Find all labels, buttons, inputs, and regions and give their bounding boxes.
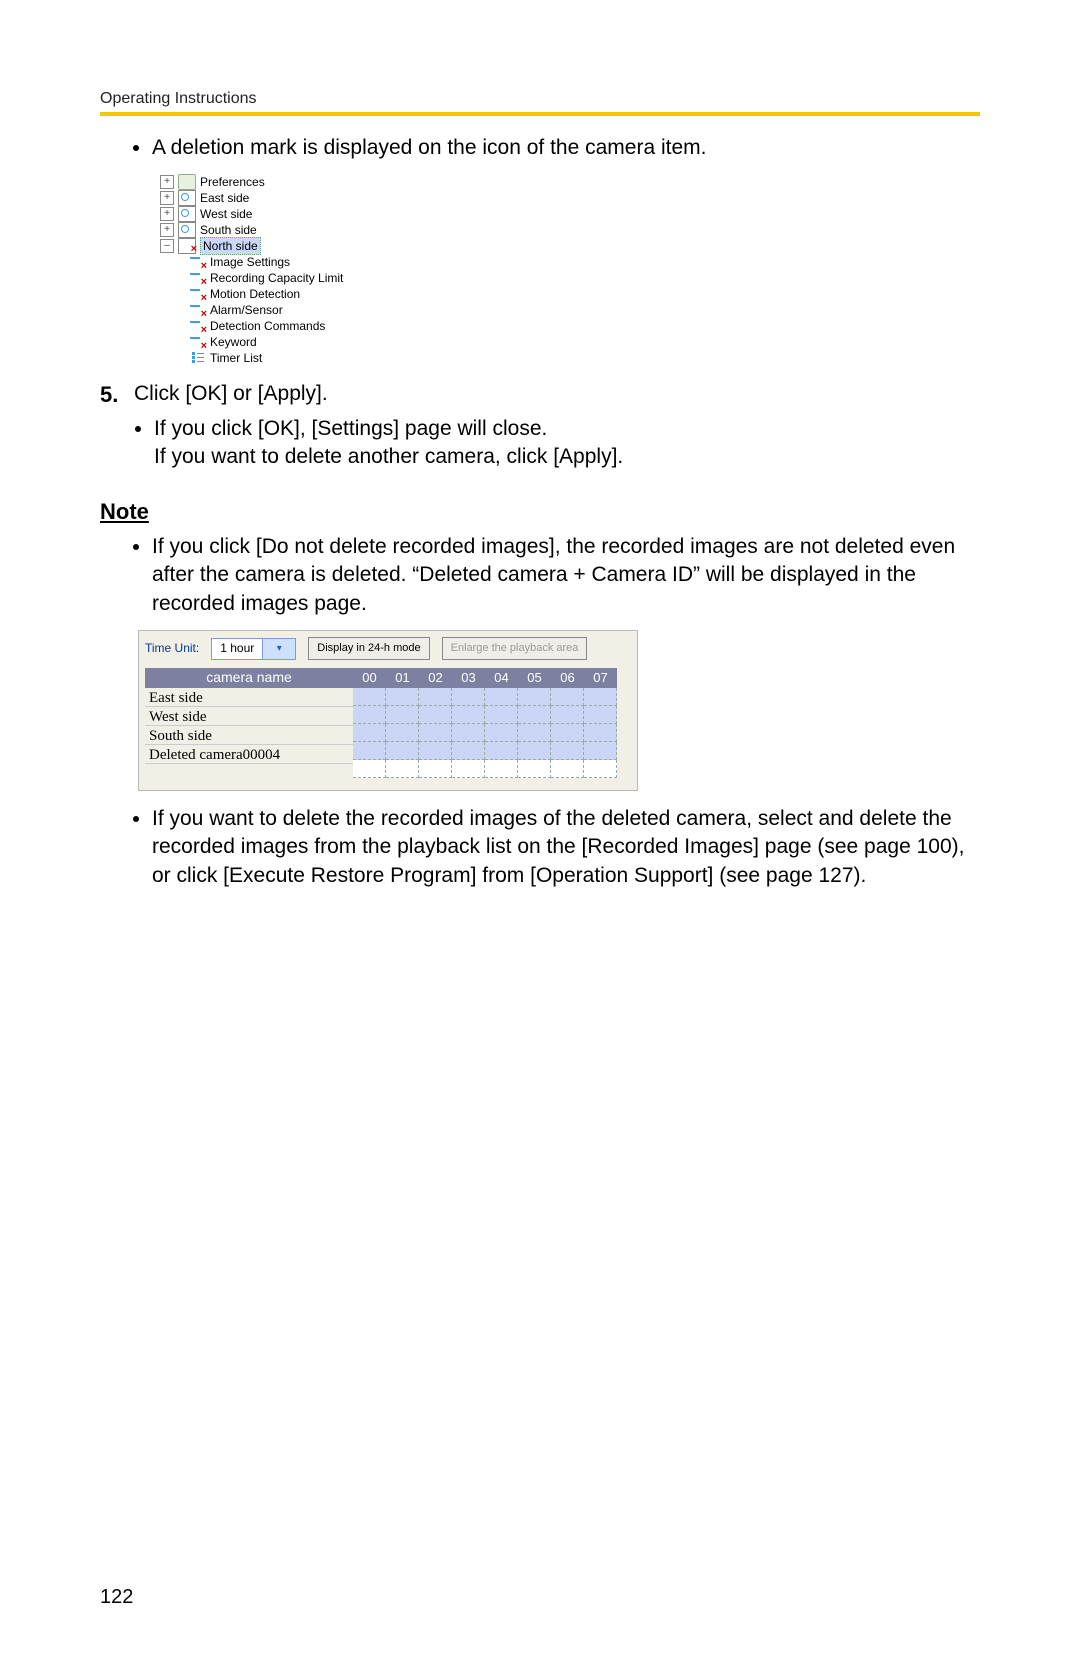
page-header: Operating Instructions (100, 90, 980, 108)
step5-sub-line2: If you want to delete another camera, cl… (154, 445, 623, 468)
note-heading: Note (100, 497, 980, 527)
camera-row-name: East side (145, 688, 353, 707)
expand-icon: + (160, 191, 174, 205)
timeline-header: 00 01 02 03 04 05 06 07 (353, 668, 617, 688)
tree-timer: Timer List (210, 350, 262, 366)
tree-alarm: Alarm/Sensor (210, 302, 283, 318)
step5-sub-line1: If you click [OK], [Settings] page will … (154, 417, 547, 440)
timeline-row (353, 742, 617, 760)
hour-label: 01 (386, 668, 419, 688)
hour-label: 05 (518, 668, 551, 688)
preferences-icon (178, 174, 196, 190)
tree-preferences: Preferences (200, 174, 265, 190)
timeline-row-empty (353, 760, 617, 778)
playback-figure: Time Unit: 1 hour ▾ Display in 24-h mode… (138, 630, 638, 791)
setting-deleted-icon (190, 303, 206, 317)
tree-image-settings: Image Settings (210, 254, 290, 270)
settings-tree-figure: + Preferences + East side + West side + Sout… (160, 174, 980, 366)
time-unit-value: 1 hour (212, 640, 262, 656)
setting-deleted-icon (190, 255, 206, 269)
timeline-row (353, 688, 617, 706)
expand-icon: + (160, 207, 174, 221)
tree-detect-cmd: Detection Commands (210, 318, 325, 334)
camera-row-name: West side (145, 707, 353, 726)
chevron-down-icon: ▾ (262, 639, 295, 659)
expand-icon: + (160, 175, 174, 189)
enlarge-playback-button[interactable]: Enlarge the playback area (442, 637, 588, 660)
collapse-icon: – (160, 239, 174, 253)
timeline-row (353, 706, 617, 724)
tree-rec-cap: Recording Capacity Limit (210, 270, 343, 286)
step-number-5: 5. (100, 380, 134, 410)
time-unit-select[interactable]: 1 hour ▾ (211, 638, 296, 660)
hour-label: 00 (353, 668, 386, 688)
tree-south: South side (200, 222, 257, 238)
tree-north-selected: North side (200, 237, 261, 255)
hour-label: 04 (485, 668, 518, 688)
step5-sub: If you click [OK], [Settings] page will … (154, 415, 623, 472)
hour-label: 02 (419, 668, 452, 688)
setting-deleted-icon (190, 287, 206, 301)
hour-label: 03 (452, 668, 485, 688)
header-rule (100, 112, 980, 116)
setting-deleted-icon (190, 335, 206, 349)
camera-icon (178, 190, 196, 206)
display-24h-button[interactable]: Display in 24-h mode (308, 637, 429, 660)
tree-keyword: Keyword (210, 334, 257, 350)
camera-icon (178, 222, 196, 238)
camera-name-header: camera name (145, 668, 353, 688)
camera-row-empty (145, 764, 353, 782)
camera-icon (178, 206, 196, 222)
bullet-deletion-mark: A deletion mark is displayed on the icon… (152, 134, 980, 162)
step5-text: Click [OK] or [Apply]. (134, 380, 623, 408)
tree-east: East side (200, 190, 249, 206)
hour-label: 07 (584, 668, 617, 688)
tree-motion: Motion Detection (210, 286, 300, 302)
expand-icon: + (160, 223, 174, 237)
list-icon (190, 351, 206, 365)
camera-row-name: South side (145, 726, 353, 745)
hour-label: 06 (551, 668, 584, 688)
time-unit-label: Time Unit: (145, 640, 199, 656)
camera-deleted-icon (178, 238, 196, 254)
setting-deleted-icon (190, 319, 206, 333)
timeline-row (353, 724, 617, 742)
note-bullet-2: If you want to delete the recorded image… (152, 805, 980, 890)
setting-deleted-icon (190, 271, 206, 285)
tree-west: West side (200, 206, 252, 222)
camera-row-name: Deleted camera00004 (145, 745, 353, 764)
note-bullet-1: If you click [Do not delete recorded ima… (152, 533, 980, 618)
page-number: 122 (100, 1586, 133, 1609)
